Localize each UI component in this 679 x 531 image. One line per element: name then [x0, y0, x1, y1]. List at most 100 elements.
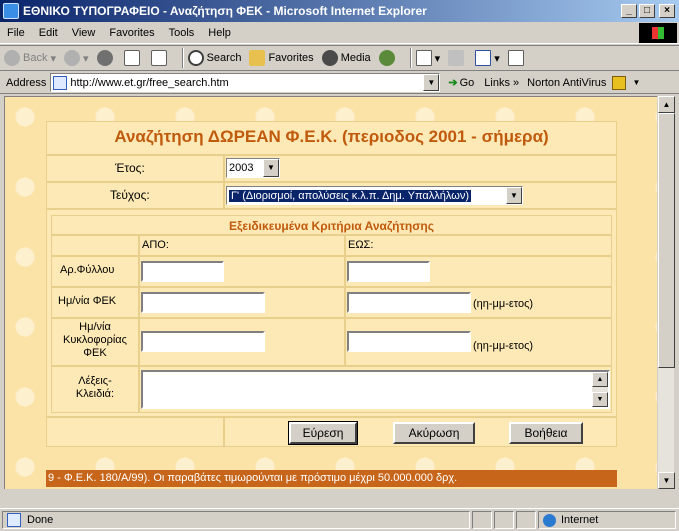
title-bar: ΕΘΝΙΚΟ ΤΥΠΟΓΡΑΦΕΙΟ - Αναζήτηση ΦΕΚ - Mic… [0, 0, 679, 22]
internet-globe-icon [543, 513, 556, 527]
address-bar: Address http://www.et.gr/free_search.htm… [0, 72, 679, 94]
toolbar-separator [409, 48, 412, 68]
page-vertical-scrollbar[interactable]: ▲ ▼ [657, 96, 675, 489]
issue-label: Τεύχος: [110, 188, 150, 202]
word-edit-icon [475, 50, 492, 66]
menu-help[interactable]: Help [201, 27, 238, 39]
scroll-down-icon[interactable]: ▼ [592, 392, 608, 407]
status-main-pane: Done [2, 511, 470, 529]
year-value: 2003 [229, 162, 254, 174]
year-dropdown-icon[interactable]: ▼ [263, 159, 279, 177]
status-zone: Internet [561, 514, 599, 526]
discuss-button[interactable] [507, 50, 527, 66]
go-button[interactable]: ➔ Go [448, 76, 474, 90]
status-page-icon [7, 513, 21, 527]
forward-button[interactable]: ▾ [64, 50, 89, 66]
button-row-left-cell [46, 417, 224, 447]
page-scroll-down-icon[interactable]: ▼ [658, 472, 675, 489]
mail-button[interactable]: ▾ [415, 50, 440, 66]
links-button[interactable]: Links » [484, 77, 519, 89]
norton-antivirus-button[interactable]: Norton AntiVirus [527, 77, 606, 89]
to-label: ΕΩΣ: [348, 239, 374, 251]
search-icon [187, 50, 204, 66]
year-select[interactable]: 2003 ▼ [226, 158, 280, 178]
favorites-button[interactable]: Favorites [249, 50, 314, 66]
norton-icon [612, 75, 627, 90]
keywords-textarea[interactable]: ▲ ▼ [141, 370, 610, 409]
sheet-to-input[interactable] [347, 261, 430, 282]
issue-select[interactable]: Γ' (Διορισμοί, απολύσεις κ.λ.π. Δημ. Υπα… [226, 186, 523, 205]
page-icon [53, 75, 68, 90]
status-pane-3 [494, 511, 514, 529]
status-pane-2 [472, 511, 492, 529]
menu-favorites[interactable]: Favorites [102, 27, 161, 39]
to-header-cell [345, 235, 612, 256]
close-button[interactable]: × [659, 4, 675, 18]
circ-label-line-1: Ημ/νία [79, 321, 111, 333]
menu-tools[interactable]: Tools [162, 27, 202, 39]
date-to-input[interactable] [347, 292, 471, 313]
menu-view[interactable]: View [65, 27, 103, 39]
address-input[interactable]: http://www.et.gr/free_search.htm ▼ [50, 73, 441, 92]
page-scroll-up-icon[interactable]: ▲ [658, 96, 675, 113]
stop-button[interactable] [96, 50, 116, 66]
sheet-from-input[interactable] [141, 261, 224, 282]
history-icon [378, 50, 395, 66]
edit-button[interactable]: ▾ [475, 50, 500, 66]
print-icon [448, 50, 465, 66]
keywords-label-line-2: Κλειδιά: [75, 388, 115, 400]
circ-date-format-hint: (ηη-μμ-ετος) [473, 340, 534, 352]
menu-edit[interactable]: Edit [32, 27, 65, 39]
date-from-input[interactable] [141, 292, 265, 313]
favorites-icon [249, 50, 266, 66]
date-label: Ημ/νία ΦΕΚ [58, 295, 117, 307]
status-pane-4 [516, 511, 536, 529]
scroll-up-icon[interactable]: ▲ [592, 372, 608, 387]
copyright-marquee: 9 - Φ.Ε.Κ. 180/Α/99). Οι παραβάτες τιμωρ… [46, 470, 617, 487]
sheet-number-label: Αρ.Φύλλου [60, 264, 115, 276]
home-icon [150, 50, 167, 66]
cancel-button[interactable]: Ακύρωση [393, 422, 475, 444]
refresh-button[interactable] [123, 50, 143, 66]
circ-label-line-3: ΦΕΚ [83, 347, 107, 359]
status-zone-pane: Internet [538, 511, 676, 529]
print-button[interactable] [448, 50, 467, 66]
ie-app-icon [3, 3, 19, 19]
history-button[interactable] [378, 50, 398, 66]
toolbar-separator [181, 48, 184, 68]
year-label: Έτος: [115, 161, 145, 175]
from-header-cell [139, 235, 345, 256]
keywords-scrollbar[interactable]: ▲ ▼ [592, 372, 608, 407]
mail-icon [415, 50, 432, 66]
maximize-button[interactable]: □ [639, 4, 655, 18]
search-submit-button[interactable]: Εύρεση [288, 421, 358, 445]
address-dropdown-button[interactable]: ▼ [423, 74, 440, 91]
forward-arrow-icon [64, 50, 81, 66]
toolbar: Back ▾ ▾ Search Favorites Media ▾ ▾ [0, 45, 679, 71]
back-button[interactable]: Back ▾ [4, 50, 56, 66]
page-content: Αναζήτηση ΔΩΡΕΑΝ Φ.Ε.Κ. (περιοδος 2001 -… [4, 96, 657, 489]
circ-date-from-input[interactable] [141, 331, 265, 352]
status-text: Done [27, 514, 54, 526]
home-button[interactable] [150, 50, 170, 66]
help-button[interactable]: Βοήθεια [509, 422, 583, 444]
issue-dropdown-icon[interactable]: ▼ [506, 187, 522, 204]
menu-bar: File Edit View Favorites Tools Help [0, 22, 679, 44]
minimize-button[interactable]: _ [621, 4, 637, 18]
media-icon [321, 50, 338, 66]
media-button[interactable]: Media [321, 50, 371, 66]
header-blank-cell [51, 235, 139, 256]
keywords-label: Λέξεις- Κλειδιά: [51, 375, 139, 401]
window-title: ΕΘΝΙΚΟ ΤΥΠΟΓΡΑΦΕΙΟ - Αναζήτηση ΦΕΚ - Mic… [23, 4, 427, 18]
page-scroll-thumb[interactable] [658, 113, 675, 368]
stop-icon [96, 50, 113, 66]
search-button[interactable]: Search [187, 50, 241, 66]
content-bottom-edge [4, 489, 674, 506]
back-arrow-icon [4, 50, 20, 66]
circ-date-to-input[interactable] [347, 331, 471, 352]
circulation-date-label: Ημ/νία Κυκλοφορίας ΦΕΚ [51, 321, 139, 360]
norton-dropdown-icon[interactable]: ▼ [632, 78, 640, 87]
circ-label-line-2: Κυκλοφορίας [63, 334, 127, 346]
menu-file[interactable]: File [0, 27, 32, 39]
document-icon [507, 50, 524, 66]
